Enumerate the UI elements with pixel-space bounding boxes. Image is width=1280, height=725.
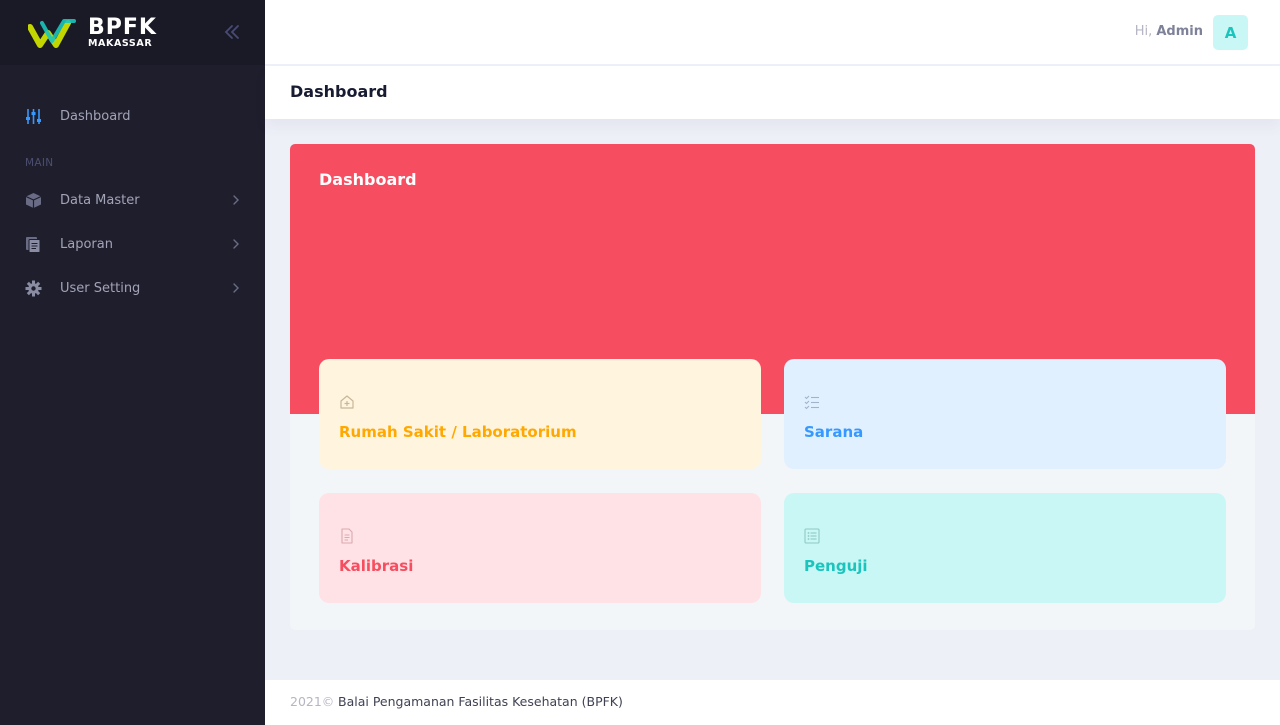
user-greeting[interactable]: Hi, Admin [1135,24,1203,39]
chevron-right-icon [233,195,239,205]
tile-penguji[interactable]: Penguji [784,493,1226,603]
sidebar: BPFK MAKASSAR Dashboard MAIN Data Master… [0,0,265,725]
checklist-icon [804,395,819,410]
brand-logo[interactable]: BPFK MAKASSAR [28,14,157,49]
subheader: Dashboard [265,66,1280,119]
footer-org-link[interactable]: Balai Pengamanan Fasilitas Kesehatan (BP… [338,694,623,709]
top-header: Hi, Admin A [265,0,1280,65]
page-title: Dashboard [290,82,388,101]
menu-section-main: MAIN [25,157,54,169]
sidebar-item-label: User Setting [60,280,141,296]
hero-title: Dashboard [319,170,417,189]
double-chevron-left-icon[interactable] [222,22,242,42]
sidebar-item-label: Data Master [60,192,140,208]
chevron-right-icon [233,239,239,249]
avatar[interactable]: A [1213,15,1248,50]
sidebar-item-laporan[interactable]: Laporan [0,229,265,259]
user-name: Admin [1156,24,1203,39]
sidebar-item-user-setting[interactable]: User Setting [0,273,265,303]
brand-subname: MAKASSAR [88,37,153,49]
gear-icon [25,280,42,297]
logo-text: BPFK MAKASSAR [88,14,157,49]
footer-year: 2021© [290,694,335,709]
tile-label: Penguji [804,557,868,575]
brand-name: BPFK [88,14,157,40]
logo-mark-icon [28,18,76,48]
tile-label: Rumah Sakit / Laboratorium [339,423,577,441]
list-icon [804,528,820,544]
brand-bar: BPFK MAKASSAR [0,0,265,65]
sidebar-item-label: Dashboard [60,108,131,124]
box-icon [25,192,42,209]
sidebar-item-data-master[interactable]: Data Master [0,185,265,215]
tile-sarana[interactable]: Sarana [784,359,1226,469]
tile-rumah-sakit[interactable]: Rumah Sakit / Laboratorium [319,359,761,469]
tile-kalibrasi[interactable]: Kalibrasi [319,493,761,603]
sidebar-item-label: Laporan [60,236,113,252]
sidebar-item-dashboard[interactable]: Dashboard [0,101,265,131]
tile-label: Kalibrasi [339,557,414,575]
sliders-icon [25,108,42,125]
sidebar-menu: Dashboard MAIN Data Master Laporan User … [0,65,265,303]
tile-label: Sarana [804,423,864,441]
dashboard-card: Dashboard Rumah Sakit / Laboratorium Sar… [290,144,1255,630]
document-icon [341,528,353,544]
documents-icon [25,236,42,253]
chevron-right-icon [233,283,239,293]
greeting-prefix: Hi, [1134,24,1153,39]
footer: 2021© Balai Pengamanan Fasilitas Kesehat… [265,680,1280,725]
hospital-icon [340,395,354,409]
